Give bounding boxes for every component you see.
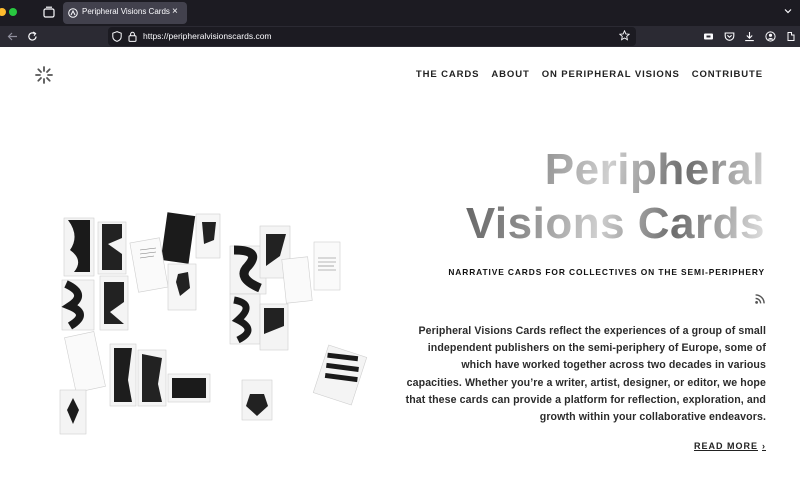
nav-link-on-peripheral-visions[interactable]: ON PERIPHERAL VISIONS <box>542 69 680 80</box>
nav-link-the-cards[interactable]: THE CARDS <box>416 69 480 80</box>
read-more-link[interactable]: READ MORE › <box>694 441 766 451</box>
rss-feed-icon[interactable] <box>755 294 765 304</box>
hero-card-collage-image <box>30 154 415 444</box>
zoom-window-button[interactable] <box>9 8 17 16</box>
favicon-icon <box>68 8 78 18</box>
extension-puzzle-icon[interactable] <box>703 31 714 42</box>
close-icon[interactable]: × <box>172 6 178 17</box>
site-logo-icon[interactable] <box>34 65 54 85</box>
browser-toolbar: https://peripheralvisionscards.com <box>0 26 800 47</box>
menu-icon[interactable] <box>785 31 796 42</box>
url-text[interactable]: https://peripheralvisionscards.com <box>143 31 272 41</box>
tab-overview-icon[interactable] <box>43 6 55 18</box>
shield-icon[interactable] <box>112 31 122 42</box>
nav-link-about[interactable]: ABOUT <box>491 69 529 80</box>
chevron-right-icon: › <box>762 441 766 451</box>
hero-title: Peripheral Visions Cards <box>405 143 765 251</box>
account-icon[interactable] <box>765 31 776 42</box>
minimize-window-button[interactable] <box>0 8 6 16</box>
address-bar[interactable]: https://peripheralvisionscards.com <box>108 27 636 46</box>
browser-tab-active[interactable]: Peripheral Visions Cards × <box>63 2 187 24</box>
lock-icon[interactable] <box>128 31 137 42</box>
hero-title-line-2: Visions Cards <box>465 199 765 248</box>
download-icon[interactable] <box>744 31 755 42</box>
pocket-icon[interactable] <box>724 31 735 42</box>
hero-subtitle: NARRATIVE CARDS FOR COLLECTIVES ON THE S… <box>448 267 765 277</box>
back-icon[interactable] <box>7 31 18 42</box>
tab-title: Peripheral Visions Cards <box>82 7 170 16</box>
read-more-label: READ MORE <box>693 441 758 451</box>
reload-icon[interactable] <box>27 31 38 42</box>
hero-title-line-1: Peripheral <box>544 145 765 194</box>
nav-link-contribute[interactable]: CONTRIBUTE <box>692 69 763 80</box>
bookmark-star-icon[interactable] <box>619 30 630 41</box>
site-navigation: THE CARDS ABOUT ON PERIPHERAL VISIONS CO… <box>416 69 763 80</box>
tab-list-icon[interactable] <box>783 6 793 16</box>
intro-description: Peripheral Visions Cards reflect the exp… <box>405 325 766 424</box>
browser-tab-bar: Peripheral Visions Cards × <box>0 0 800 26</box>
web-page: THE CARDS ABOUT ON PERIPHERAL VISIONS CO… <box>0 47 800 500</box>
